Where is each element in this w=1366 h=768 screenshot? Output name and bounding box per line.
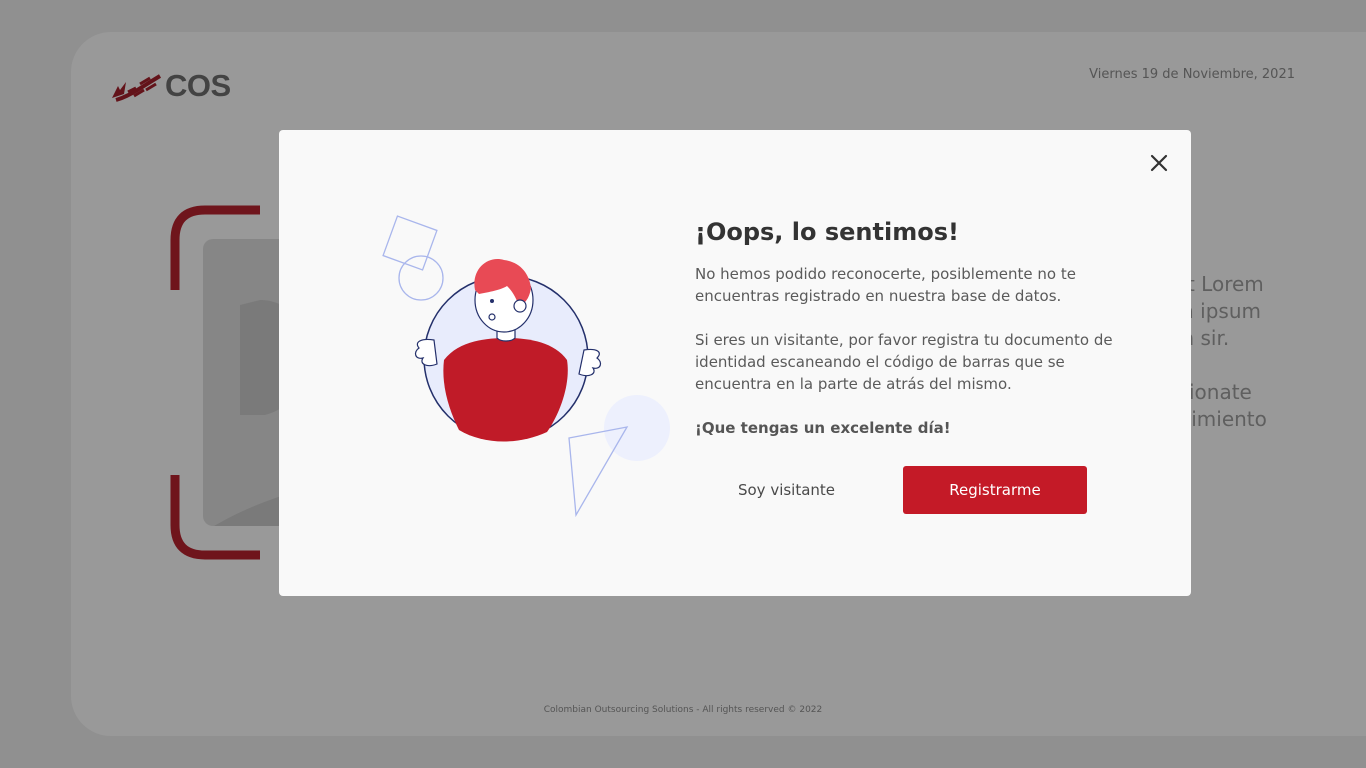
close-icon (1150, 154, 1168, 172)
farewell-message: ¡Que tengas un excelente día! (695, 419, 951, 437)
register-instructions: Si eres un visitante, por favor registra… (695, 331, 1113, 393)
modal-title: ¡Oops, lo sentimos! (695, 218, 959, 246)
close-button[interactable] (1144, 148, 1174, 178)
modal-actions: Soy visitante Registrarme (695, 466, 1195, 514)
visitor-button[interactable]: Soy visitante (695, 466, 878, 514)
not-recognized-message: No hemos podido reconocerte, posiblement… (695, 265, 1076, 305)
modal-content: ¡Oops, lo sentimos! No hemos podido reco… (695, 218, 1125, 439)
error-modal: ¡Oops, lo sentimos! No hemos podido reco… (279, 130, 1191, 596)
register-button[interactable]: Registrarme (903, 466, 1087, 514)
confused-person-illustration (382, 215, 670, 518)
